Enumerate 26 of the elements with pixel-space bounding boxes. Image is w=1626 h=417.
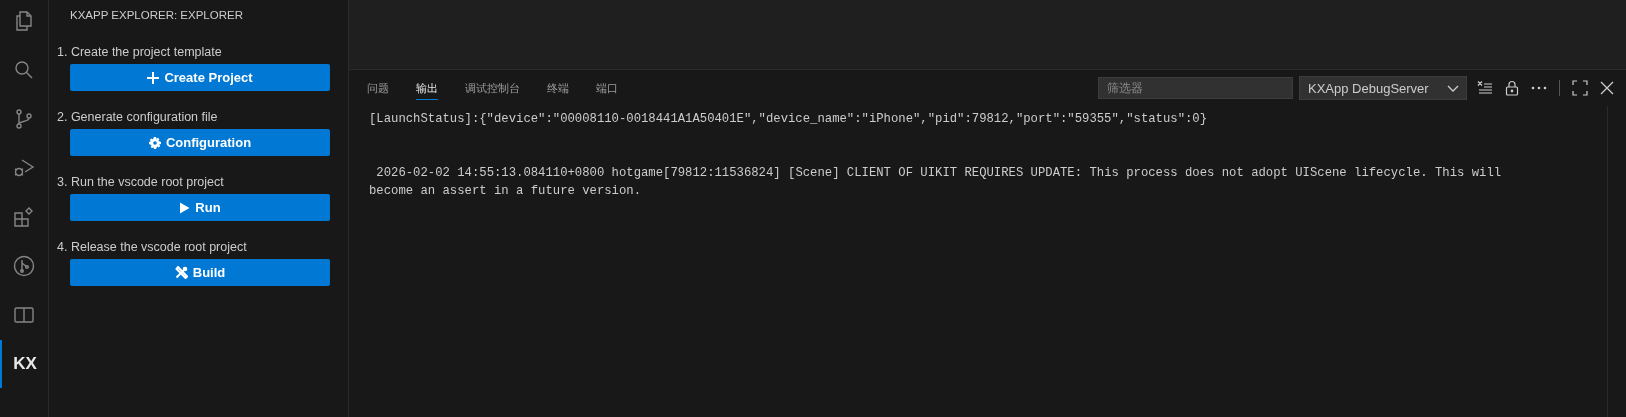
action-button[interactable]: Create Project [70, 64, 330, 91]
output-line: 2026-02-02 14:55:13.084110+0800 hotgame[79812:11536824] [Scene] CLIENT OF UIKIT REQUIRES UPDATE: This process does not adopt UIScene lifecycle. This will become an assert in a future version. [369, 165, 1503, 200]
panel-tab[interactable]: 调试控制台 [465, 76, 520, 100]
step-label: 1. Create the project template [57, 45, 223, 59]
panel-tab[interactable]: 输出 [416, 76, 438, 100]
action-button[interactable]: Run [70, 194, 330, 221]
panel-tab[interactable]: 端口 [596, 76, 618, 100]
step-label: 3. Run the vscode root project [57, 175, 225, 189]
tools-icon [174, 266, 188, 279]
action-button[interactable]: Build [70, 259, 330, 286]
step-label: 4. Release the vscode root project [57, 240, 248, 254]
filter-field[interactable]: 筛选器 [1098, 77, 1293, 99]
step-label: 2. Generate configuration file [57, 110, 219, 124]
clear-output-icon[interactable] [1477, 80, 1493, 96]
action-button[interactable]: Configuration [70, 129, 330, 156]
panel-tab[interactable]: 终端 [547, 76, 569, 100]
play-icon [179, 201, 191, 214]
maximize-icon[interactable] [1572, 80, 1588, 96]
channel-dropdown[interactable]: KXApp DebugServer [1299, 76, 1467, 100]
close-icon[interactable] [1600, 80, 1614, 96]
panel-tab[interactable]: 问题 [367, 76, 389, 100]
gear-icon [148, 136, 161, 149]
sidebar-title: KXAPP EXPLORER: EXPLORER [70, 9, 244, 21]
lock-icon[interactable] [1505, 80, 1519, 96]
output-line: [LaunchStatus]:{"device":"00008110-0018441A1A50401E","device_name":"iPhone","pid":79812,"port":"59355","status":0} [369, 111, 1209, 128]
plus-icon [147, 71, 160, 84]
